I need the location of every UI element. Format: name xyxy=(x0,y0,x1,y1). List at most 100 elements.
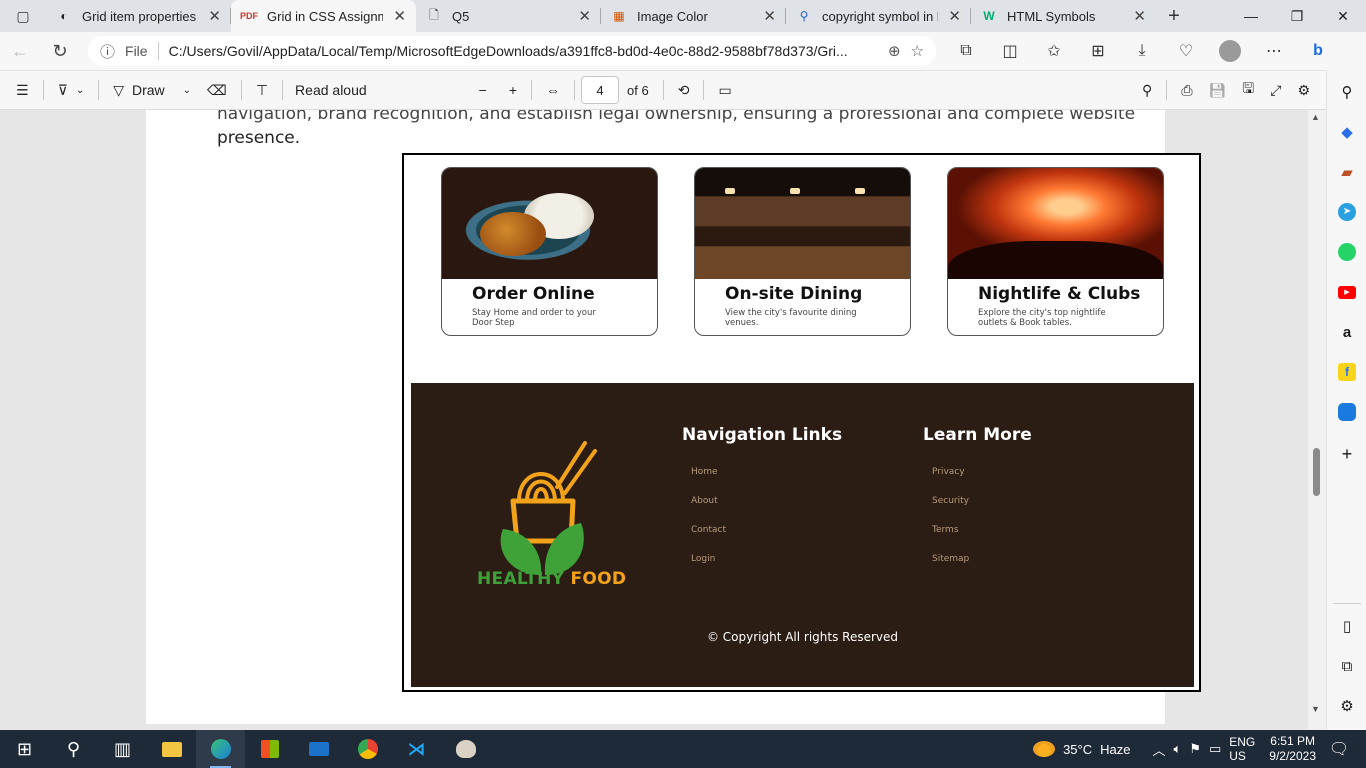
zoom-out-button[interactable]: − xyxy=(471,70,495,110)
rotate-icon[interactable]: ⟲ xyxy=(670,70,698,110)
close-tab-icon[interactable]: ✕ xyxy=(208,7,221,25)
shopping-tag-icon[interactable]: ◆ xyxy=(1335,120,1359,144)
zoom-in-button[interactable]: + xyxy=(501,70,525,110)
save-as-icon[interactable]: 🖫 xyxy=(1234,70,1262,110)
close-tab-icon[interactable]: ✕ xyxy=(393,7,406,25)
task-view-icon[interactable]: ▥ xyxy=(98,730,147,768)
settings-gear-icon[interactable]: ⚙ xyxy=(1289,70,1318,110)
footer-link-about[interactable]: About xyxy=(691,496,842,506)
print-icon[interactable]: ⎙ xyxy=(1173,70,1200,110)
highlight-button[interactable]: ⊽ ⌄ xyxy=(50,70,93,110)
toolbox-icon[interactable]: ▰ xyxy=(1335,160,1359,184)
close-tab-icon[interactable]: ✕ xyxy=(948,7,961,25)
close-tab-icon[interactable]: ✕ xyxy=(763,7,776,25)
footer-link-terms[interactable]: Terms xyxy=(932,525,1032,535)
tab-image-color[interactable]: ▦ Image Color ✕ xyxy=(601,0,786,32)
page-number-input[interactable]: 4 xyxy=(581,76,620,104)
weather-widget[interactable]: 35°C Haze xyxy=(1033,741,1130,757)
pen-icon: ▽ xyxy=(113,81,124,98)
paint-icon[interactable] xyxy=(441,730,490,768)
close-window-button[interactable]: ✕ xyxy=(1320,0,1366,32)
copilot-icon[interactable]: b xyxy=(1296,32,1340,70)
page-view-icon[interactable]: ▭ xyxy=(710,70,739,110)
vscode-icon[interactable]: ⋊ xyxy=(392,730,441,768)
youtube-icon[interactable]: ▶ xyxy=(1335,280,1359,304)
search-icon[interactable]: ⚲ xyxy=(1335,80,1359,104)
volume-icon[interactable]: 🔈︎ xyxy=(1174,741,1182,757)
concert-crowd-image xyxy=(948,168,1163,279)
draw-button[interactable]: ▽ Draw ⌄ xyxy=(105,70,199,110)
tab-grid-item-properties[interactable]: ◐ Grid item properties - ✕ xyxy=(46,0,231,32)
browser-essentials-icon[interactable]: ♡ xyxy=(1164,32,1208,70)
extensions-icon[interactable]: ⧉ xyxy=(944,32,988,70)
chrome-icon[interactable] xyxy=(343,730,392,768)
telegram-icon[interactable]: ➤ xyxy=(1335,200,1359,224)
amazon-icon[interactable]: a xyxy=(1335,320,1359,344)
lamp-shape xyxy=(790,188,800,194)
split-screen-icon[interactable]: ◫ xyxy=(988,32,1032,70)
zoom-icon[interactable]: ⊕ xyxy=(888,42,901,60)
info-icon[interactable]: ⓘ xyxy=(100,41,115,62)
tab-html-symbols[interactable]: W HTML Symbols ✕ xyxy=(971,0,1156,32)
display-icon[interactable]: ▭ xyxy=(1209,741,1221,757)
profile-avatar[interactable] xyxy=(1208,32,1252,70)
more-menu-icon[interactable]: ⋯ xyxy=(1252,32,1296,70)
minimize-button[interactable]: — xyxy=(1228,0,1274,32)
tab-grid-in-css[interactable]: PDF Grid in CSS Assignmen ✕ xyxy=(231,0,416,32)
network-icon[interactable]: ⚑ xyxy=(1189,741,1201,757)
footer-link-privacy[interactable]: Privacy xyxy=(932,467,1032,477)
footer-link-security[interactable]: Security xyxy=(932,496,1032,506)
fit-page-icon[interactable]: ⇔ xyxy=(538,70,568,110)
add-text-button[interactable]: ⊤ xyxy=(248,70,276,110)
save-icon[interactable]: 💾︎ xyxy=(1201,70,1235,110)
favorite-star-icon[interactable]: ☆ xyxy=(911,42,924,60)
search-icon[interactable]: ⚲ xyxy=(49,730,98,768)
tab-actions-icon[interactable]: ▢ xyxy=(0,0,46,32)
hide-sidebar-icon[interactable]: ▯ xyxy=(1335,614,1359,638)
drop-icon[interactable] xyxy=(1335,400,1359,424)
whatsapp-icon[interactable] xyxy=(1335,240,1359,264)
footer-link-sitemap[interactable]: Sitemap xyxy=(932,554,1032,564)
footer-link-contact[interactable]: Contact xyxy=(691,525,842,535)
downloads-icon[interactable]: ⤓ xyxy=(1120,32,1164,70)
divider xyxy=(662,80,664,100)
start-windows-icon[interactable]: ⊞ xyxy=(0,730,49,768)
new-tab-button[interactable]: + xyxy=(1156,0,1192,32)
scroll-down-icon[interactable]: ▼ xyxy=(1311,704,1320,714)
language-indicator[interactable]: ENG US xyxy=(1229,735,1255,763)
open-external-icon[interactable]: ⧉ xyxy=(1335,654,1359,678)
erase-button[interactable]: ⌫ xyxy=(199,70,235,110)
tab-q5[interactable]: 🗋 Q5 ✕ xyxy=(416,0,601,32)
url-field[interactable]: ⓘ File C:/Users/Govil/AppData/Local/Temp… xyxy=(88,36,936,66)
contents-icon[interactable]: ☰ xyxy=(8,70,37,110)
tab-copyright-symbol[interactable]: ⚲ copyright symbol in ht ✕ xyxy=(786,0,971,32)
scrollbar-thumb[interactable] xyxy=(1313,448,1320,496)
collections-icon[interactable]: ⊞ xyxy=(1076,32,1120,70)
footer-link-login[interactable]: Login xyxy=(691,554,842,564)
favorites-icon[interactable]: ✩ xyxy=(1032,32,1076,70)
back-button[interactable]: ← xyxy=(0,32,40,70)
card-nightlife-clubs: Nightlife & Clubs Explore the city's top… xyxy=(947,167,1164,336)
footer-link-home[interactable]: Home xyxy=(691,467,842,477)
read-aloud-button[interactable]: Read aloud xyxy=(289,70,375,110)
scroll-up-icon[interactable]: ▲ xyxy=(1311,112,1320,122)
add-sidebar-app-icon[interactable]: + xyxy=(1335,442,1359,466)
microsoft-store-icon[interactable] xyxy=(245,730,294,768)
close-tab-icon[interactable]: ✕ xyxy=(578,7,591,25)
sidebar-settings-icon[interactable]: ⚙ xyxy=(1335,694,1359,718)
flipkart-icon[interactable]: f xyxy=(1335,360,1359,384)
search-icon[interactable]: ⚲ xyxy=(1134,70,1160,110)
chevron-up-icon[interactable]: ︿ xyxy=(1152,740,1165,759)
restore-button[interactable]: ❐ xyxy=(1274,0,1320,32)
edge-browser-icon[interactable] xyxy=(196,730,245,768)
vertical-scrollbar[interactable]: ▲ ▼ xyxy=(1308,110,1326,730)
mail-icon[interactable] xyxy=(294,730,343,768)
file-explorer-icon[interactable] xyxy=(147,730,196,768)
chevron-down-icon: ⌄ xyxy=(182,84,192,96)
url-text[interactable]: C:/Users/Govil/AppData/Local/Temp/Micros… xyxy=(169,43,878,59)
clock[interactable]: 6:51 PM 9/2/2023 xyxy=(1269,734,1316,764)
notification-icon[interactable]: 🗨︎ xyxy=(1324,739,1354,759)
fullscreen-icon[interactable]: ⤢ xyxy=(1262,70,1289,110)
refresh-button[interactable]: ↻ xyxy=(40,32,80,70)
close-tab-icon[interactable]: ✕ xyxy=(1133,7,1146,25)
